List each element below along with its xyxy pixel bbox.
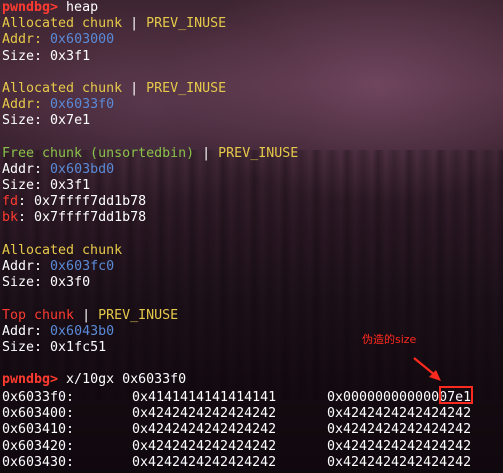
size-label: Size: bbox=[2, 275, 51, 291]
chunk-header: Top chunk | PREV_INUSE bbox=[2, 308, 501, 324]
memory-qword-1: 0x4242424242424242 bbox=[132, 406, 277, 422]
addr-value: 0x603bd0 bbox=[50, 161, 115, 177]
chunk-addr: Addr: 0x6043b0 bbox=[2, 324, 501, 340]
chunk-addr: Addr: 0x603fc0 bbox=[2, 259, 501, 275]
prompt: pwndbg> bbox=[2, 372, 59, 388]
memory-address: 0x603410: bbox=[2, 422, 75, 438]
chunk-addr: Addr: 0x6033f0 bbox=[2, 97, 501, 113]
memory-qword-2: 0x4242424242424242 bbox=[327, 406, 472, 422]
chunk-type: Free chunk (unsortedbin) bbox=[2, 145, 195, 161]
memory-row: 0x603410: 0x4242424242424242 0x42424242424… bbox=[2, 422, 501, 438]
chunk-flag: PREV_INUSE bbox=[218, 145, 299, 161]
memory-row: 0x603400: 0x4242424242424242 0x42424242424… bbox=[2, 406, 501, 422]
memory-qword-2: 0x4242424242424242 bbox=[327, 454, 472, 470]
memory-qword-1: 0x4242424242424242 bbox=[132, 454, 277, 470]
chunk-size: Size: 0x3f1 bbox=[2, 49, 501, 65]
bk-label: bk bbox=[2, 210, 19, 226]
addr-label: Addr: bbox=[2, 259, 51, 274]
memory-row: 0x603430: 0x4242424242424242 0x42424242424… bbox=[2, 455, 501, 471]
memory-address: 0x603430: bbox=[2, 454, 75, 470]
memory-address: 0x603400: bbox=[2, 406, 75, 422]
chunk-fd: fd: 0x7ffff7dd1b78 bbox=[2, 194, 501, 210]
addr-value: 0x6033f0 bbox=[50, 97, 115, 113]
chunk-flag: PREV_INUSE bbox=[146, 80, 227, 96]
terminal-output: pwndbg> heap Allocated chunk | PREV_INUS… bbox=[2, 0, 501, 389]
addr-label: Addr: bbox=[2, 323, 51, 339]
chunk-separator: | bbox=[194, 145, 219, 161]
chunk-size: Size: 0x1fc51 bbox=[2, 340, 501, 356]
chunk-type: Top chunk bbox=[2, 307, 75, 323]
chunk-header: Allocated chunk | PREV_INUSE bbox=[2, 16, 501, 32]
prompt: pwndbg> bbox=[2, 0, 59, 15]
bk-value: : 0x7ffff7dd1b78 bbox=[18, 210, 147, 226]
command-text: x/10gx 0x6033f0 bbox=[58, 372, 187, 388]
addr-label: Addr: bbox=[2, 161, 51, 177]
memory-row: 0x6033f0: 0x4141414141414141 0x00000000000… bbox=[2, 390, 501, 406]
chunk-bk: bk: 0x7ffff7dd1b78 bbox=[2, 210, 501, 226]
fd-value: : 0x7ffff7dd1b78 bbox=[18, 194, 147, 210]
chunk-type: Allocated chunk bbox=[2, 16, 123, 32]
size-label: Size: bbox=[2, 178, 51, 194]
chunk-separator: | bbox=[122, 80, 147, 96]
size-value: 0x3f0 bbox=[50, 275, 91, 291]
chunk-flag: PREV_INUSE bbox=[146, 16, 227, 32]
annotation-arrow-icon bbox=[413, 357, 441, 381]
memory-qword-2: 0x4242424242424242 bbox=[327, 422, 472, 438]
chunk-flag: PREV_INUSE bbox=[98, 307, 179, 323]
chunk-header: Allocated chunk | PREV_INUSE bbox=[2, 81, 501, 97]
chunk-type: Allocated chunk bbox=[2, 80, 123, 96]
chunk-header: Allocated chunk bbox=[2, 243, 501, 259]
chunk-size: Size: 0x3f0 bbox=[2, 275, 501, 291]
memory-qword-1: 0x4242424242424242 bbox=[132, 438, 277, 454]
addr-value: 0x603000 bbox=[50, 32, 115, 48]
size-value: 0x7e1 bbox=[50, 113, 91, 129]
memory-address: 0x6033f0: bbox=[2, 390, 75, 405]
memory-dump: 0x6033f0: 0x4141414141414141 0x00000000000… bbox=[2, 390, 501, 471]
size-value: 0x3f1 bbox=[50, 48, 91, 64]
memory-qword-1: 0x4242424242424242 bbox=[132, 422, 277, 438]
addr-value: 0x603fc0 bbox=[50, 259, 115, 274]
chunk-separator: | bbox=[74, 307, 99, 323]
highlight-box bbox=[439, 386, 473, 404]
size-label: Size: bbox=[2, 339, 51, 355]
heap-command-line: pwndbg> heap bbox=[2, 0, 501, 16]
chunk-separator: | bbox=[122, 16, 147, 32]
memory-qword-2-prefix: 0x000000000000 bbox=[327, 390, 440, 405]
chunk-type: Allocated chunk bbox=[2, 242, 123, 258]
chunk-addr: Addr: 0x603000 bbox=[2, 32, 501, 48]
size-value: 0x3f1 bbox=[50, 178, 91, 194]
memory-row: 0x603420: 0x4242424242424242 0x42424242424… bbox=[2, 439, 501, 455]
size-value: 0x1fc51 bbox=[50, 339, 107, 355]
annotation-label: 伪造的size bbox=[362, 333, 417, 346]
size-label: Size: bbox=[2, 113, 51, 129]
memory-qword-2: 0x4242424242424242 bbox=[327, 438, 472, 454]
memory-qword-1: 0x4141414141414141 bbox=[132, 390, 277, 405]
chunk-size: Size: 0x3f1 bbox=[2, 178, 501, 194]
chunk-addr: Addr: 0x603bd0 bbox=[2, 162, 501, 178]
fd-label: fd bbox=[2, 194, 19, 210]
chunk-header: Free chunk (unsortedbin) | PREV_INUSE bbox=[2, 146, 501, 162]
addr-label: Addr: bbox=[2, 32, 51, 48]
addr-label: Addr: bbox=[2, 97, 51, 113]
addr-value: 0x6043b0 bbox=[50, 323, 115, 339]
chunk-size: Size: 0x7e1 bbox=[2, 113, 501, 129]
command-text: heap bbox=[58, 0, 99, 15]
memory-address: 0x603420: bbox=[2, 438, 75, 454]
size-label: Size: bbox=[2, 48, 51, 64]
